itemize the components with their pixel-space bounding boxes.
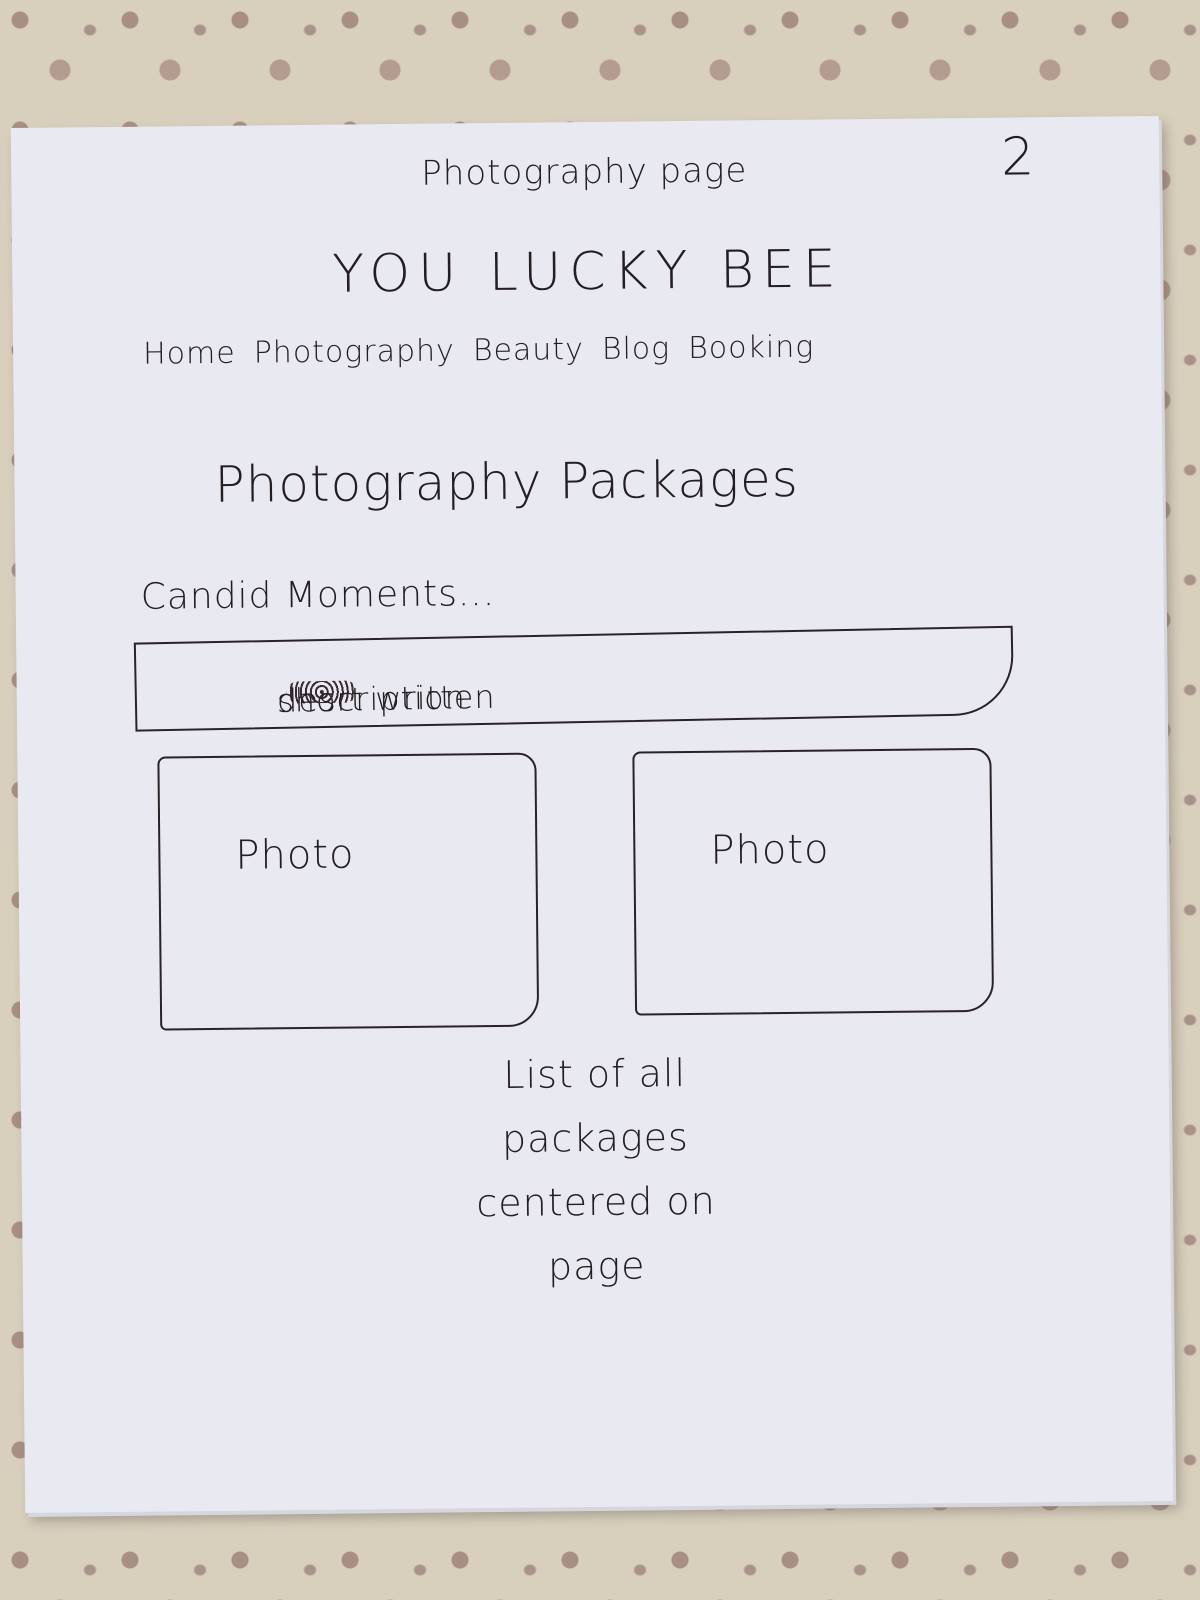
wireframe-paper: Photography page 2 YOU LUCKY BEE Home Ph… (10, 116, 1174, 1513)
photo-label: Photo (235, 831, 355, 879)
annotation-note: List of all packages centered on page (20, 1036, 1171, 1304)
page-number: 2 (1000, 127, 1036, 188)
description-text-end: description (276, 678, 467, 720)
package-title: Candid Moments... (140, 573, 496, 618)
nav-beauty[interactable]: Beauty (473, 332, 584, 368)
site-brand: YOU LUCKY BEE (332, 239, 844, 305)
photo-placeholder-1: Photo (157, 752, 540, 1031)
nav-booking[interactable]: Booking (688, 330, 814, 366)
nav-home[interactable]: Home (143, 336, 236, 372)
nav-photography[interactable]: Photography (254, 333, 455, 370)
page-label: Photography page (421, 150, 748, 194)
note-text: List of all packages centered on page (476, 1051, 716, 1289)
photo-placeholder-2: Photo (632, 747, 995, 1016)
nav-bar: Home Photography Beauty Blog Booking (143, 330, 814, 372)
nav-blog[interactable]: Blog (602, 331, 671, 367)
photo-label: Photo (710, 826, 830, 874)
description-box: short written description (133, 625, 1015, 732)
section-heading: Photography Packages (214, 449, 800, 514)
